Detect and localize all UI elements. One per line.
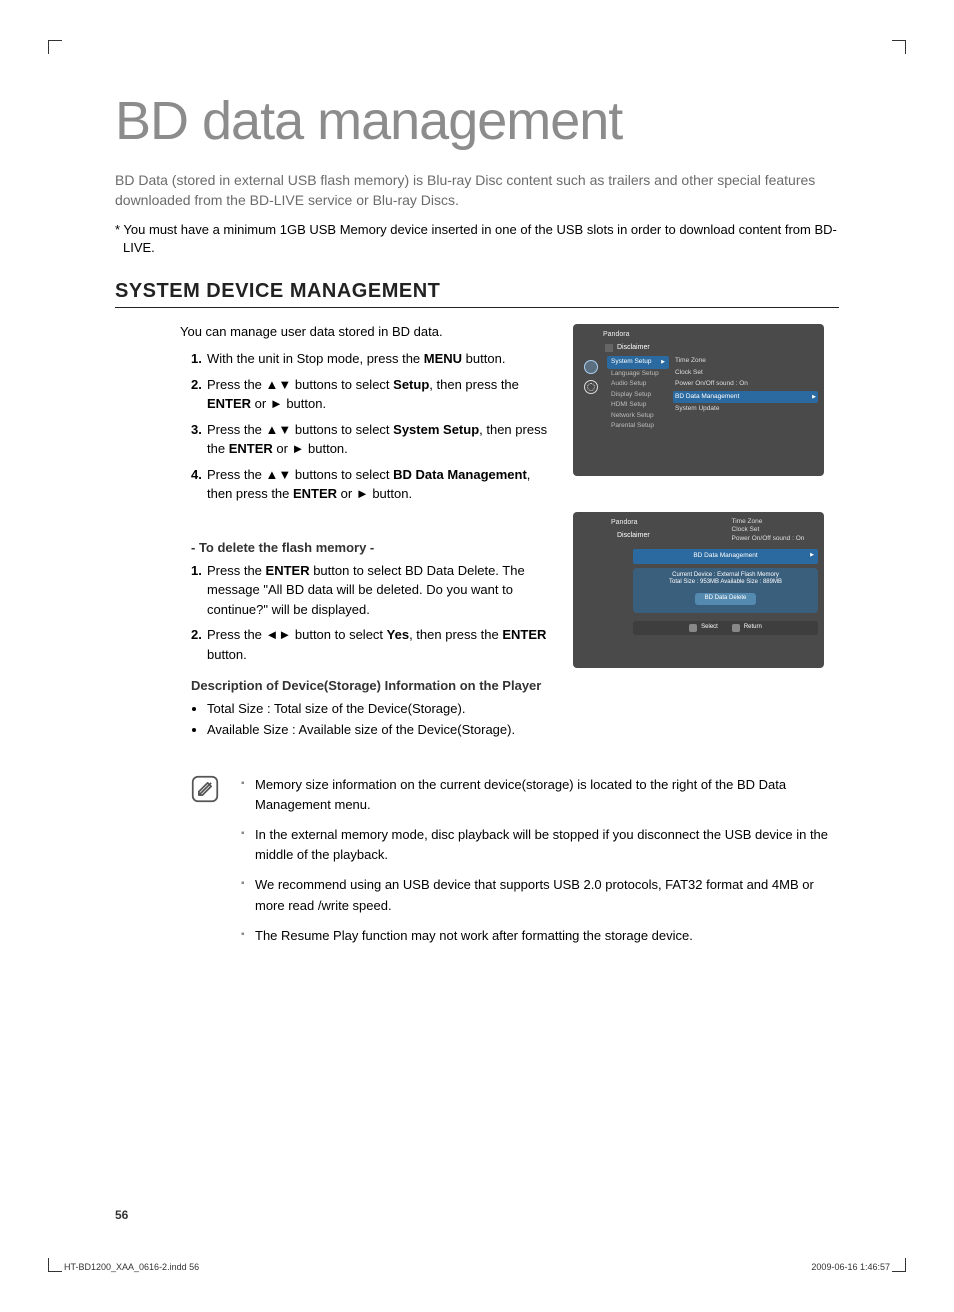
mid-tab-selected: System Setup▶ xyxy=(607,356,669,368)
asterisk-note: * You must have a minimum 1GB USB Memory… xyxy=(115,221,839,259)
figure-bd-data-mgmt: Pandora Disclaimer Time Zone Clock Set P… xyxy=(573,512,824,668)
desc-heading: Description of Device(Storage) Informati… xyxy=(191,678,555,693)
bd-data-delete-button: BD Data Delete xyxy=(695,593,757,605)
menu-item: Network Setup xyxy=(607,411,669,421)
info-line: Current Device : External Flash Memory xyxy=(639,572,812,580)
menu-item: Parental Setup xyxy=(607,421,669,431)
note-icon xyxy=(191,775,231,956)
chevron-right-icon: ▶ xyxy=(812,394,816,401)
delete-heading: - To delete the flash memory - xyxy=(191,540,555,555)
right-item: Power On/Off sound : On xyxy=(673,379,818,389)
step-item: 2.Press the ◄► button to select Yes, the… xyxy=(191,625,555,664)
right-item: Clock Set xyxy=(673,368,818,378)
tips-list: Memory size information on the current d… xyxy=(241,775,839,956)
brand-label: Pandora xyxy=(603,331,629,338)
selected-band: BD Data Management▶ xyxy=(633,549,818,563)
crop-mark xyxy=(48,40,62,54)
footer-file-info: HT-BD1200_XAA_0616-2.indd 56 xyxy=(64,1262,199,1272)
lead-text: You can manage user data stored in BD da… xyxy=(180,324,555,339)
brand-label: Pandora xyxy=(611,519,637,526)
disclaimer-label: Disclaimer xyxy=(617,343,650,352)
step-item: 1.With the unit in Stop mode, press the … xyxy=(191,349,555,369)
step-item: 1.Press the ENTER button to select BD Da… xyxy=(191,561,555,620)
file-icon xyxy=(605,344,613,352)
chevron-right-icon: ▶ xyxy=(661,359,665,366)
enter-key-icon xyxy=(689,624,697,632)
crop-mark xyxy=(48,1258,62,1272)
tip-item: We recommend using an USB device that su… xyxy=(241,875,839,915)
right-item-selected: BD Data Management▶ xyxy=(673,391,818,403)
hint-return: Return xyxy=(744,624,762,632)
tip-item: In the external memory mode, disc playba… xyxy=(241,825,839,865)
steps-delete: 1.Press the ENTER button to select BD Da… xyxy=(191,561,555,665)
menu-item: HDMI Setup xyxy=(607,400,669,410)
right-item: Power On/Off sound : On xyxy=(732,535,819,543)
crop-mark xyxy=(892,1258,906,1272)
info-line: Total Size : 953MB Available Size : 889M… xyxy=(639,579,812,587)
menu-item: Audio Setup xyxy=(607,379,669,389)
disc-icon xyxy=(584,360,598,374)
menu-item: Language Setup xyxy=(607,369,669,379)
page-content: BD data management BD Data (stored in ex… xyxy=(115,90,839,1222)
right-item: System Update xyxy=(673,404,818,414)
info-box: Current Device : External Flash Memory T… xyxy=(633,568,818,613)
tip-item: The Resume Play function may not work af… xyxy=(241,926,839,946)
desc-item: Total Size : Total size of the Device(St… xyxy=(207,699,555,720)
page-title: BD data management xyxy=(115,90,839,152)
step-item: 2.Press the ▲▼ buttons to select Setup, … xyxy=(191,375,555,414)
right-item: Clock Set xyxy=(732,526,819,534)
step-item: 3.Press the ▲▼ buttons to select System … xyxy=(191,420,555,459)
gear-icon xyxy=(584,380,598,394)
figure-system-setup: Pandora Disclaimer System Setup▶ Languag… xyxy=(573,324,824,476)
desc-list: Total Size : Total size of the Device(St… xyxy=(207,699,555,741)
control-hint-bar: Select Return xyxy=(633,621,818,635)
footer-timestamp: 2009-06-16 1:46:57 xyxy=(811,1262,890,1272)
desc-item: Available Size : Available size of the D… xyxy=(207,720,555,741)
right-item: Time Zone xyxy=(732,518,819,526)
crop-mark xyxy=(892,40,906,54)
intro-text: BD Data (stored in external USB flash me… xyxy=(115,170,839,211)
return-key-icon xyxy=(732,624,740,632)
menu-item: Display Setup xyxy=(607,390,669,400)
step-item: 4.Press the ▲▼ buttons to select BD Data… xyxy=(191,465,555,504)
section-heading: SYSTEM DEVICE MANAGEMENT xyxy=(115,280,839,308)
right-item: Time Zone xyxy=(673,356,818,366)
page-number: 56 xyxy=(115,1208,128,1222)
hint-select: Select xyxy=(701,624,718,632)
tip-item: Memory size information on the current d… xyxy=(241,775,839,815)
disclaimer-label: Disclaimer xyxy=(617,531,650,540)
steps-primary: 1.With the unit in Stop mode, press the … xyxy=(191,349,555,504)
chevron-right-icon: ▶ xyxy=(810,552,814,559)
